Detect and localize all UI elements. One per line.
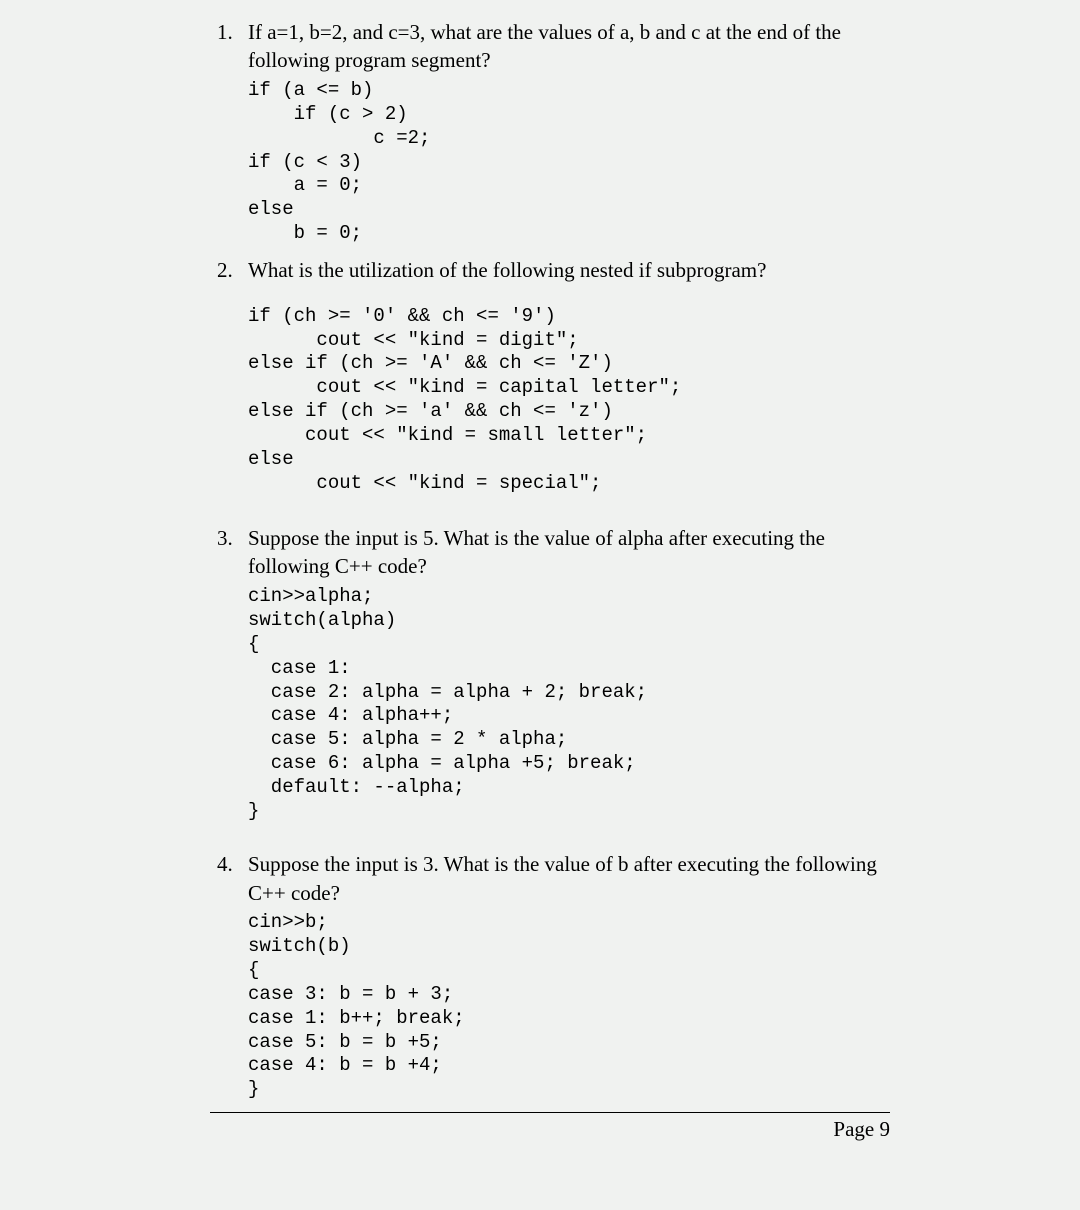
- question-prompt: Suppose the input is 5. What is the valu…: [248, 524, 890, 581]
- question-prompt: If a=1, b=2, and c=3, what are the value…: [248, 18, 890, 75]
- question-prompt: Suppose the input is 3. What is the valu…: [248, 850, 890, 907]
- page-number-label: Page 9: [833, 1117, 890, 1141]
- code-block: cin>>b; switch(b) { case 3: b = b + 3; c…: [248, 911, 890, 1103]
- code-block: if (ch >= '0' && ch <= '9') cout << "kin…: [248, 305, 890, 497]
- code-block: if (a <= b) if (c > 2) c =2; if (c < 3) …: [248, 79, 890, 247]
- question-1: If a=1, b=2, and c=3, what are the value…: [238, 18, 890, 246]
- code-block: cin>>alpha; switch(alpha) { case 1: case…: [248, 585, 890, 824]
- page-footer: Page 9: [210, 1112, 890, 1142]
- question-3: Suppose the input is 5. What is the valu…: [238, 524, 890, 824]
- question-2: What is the utilization of the following…: [238, 256, 890, 496]
- question-list: If a=1, b=2, and c=3, what are the value…: [210, 18, 890, 1102]
- question-prompt: What is the utilization of the following…: [248, 256, 890, 284]
- page: If a=1, b=2, and c=3, what are the value…: [0, 0, 1080, 1210]
- question-4: Suppose the input is 3. What is the valu…: [238, 850, 890, 1102]
